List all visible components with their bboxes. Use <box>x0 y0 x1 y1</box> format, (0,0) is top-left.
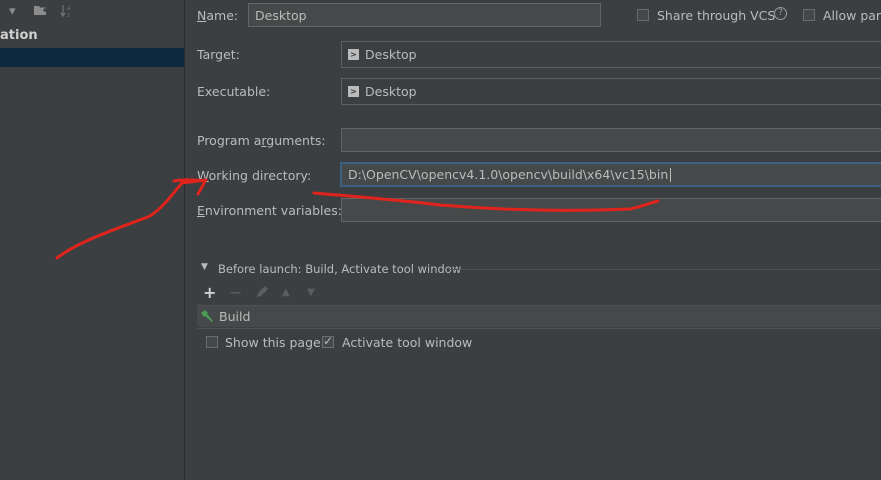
executable-label: Executable: <box>197 84 271 99</box>
chevron-down-icon[interactable]: ▾ <box>9 4 16 19</box>
executable-value: Desktop <box>365 84 417 99</box>
task-row[interactable]: Build <box>197 306 881 327</box>
allow-parallel-label[interactable]: Allow para <box>823 8 881 23</box>
section-divider <box>448 269 881 270</box>
share-vcs-checkbox[interactable] <box>637 9 649 21</box>
name-label: Name: <box>197 8 239 23</box>
task-build-label: Build <box>219 309 251 324</box>
env-vars-label: Environment variables: <box>197 203 342 218</box>
working-dir-field[interactable]: D:\OpenCV\opencv4.1.0\opencv\build\x64\v… <box>340 162 881 187</box>
allow-parallel-checkbox[interactable] <box>803 9 815 21</box>
name-label-rest: ame: <box>206 8 239 23</box>
svg-text:a: a <box>67 5 71 12</box>
new-folder-icon[interactable] <box>34 4 48 20</box>
help-icon[interactable]: ? <box>774 7 787 20</box>
sort-icon[interactable]: az <box>60 4 74 22</box>
run-config-tree-panel: ▾ az ation <box>0 0 185 480</box>
text-cursor <box>670 167 672 182</box>
show-page-label[interactable]: Show this page <box>225 335 321 350</box>
executable-icon: > <box>348 86 359 97</box>
tree-selected-item[interactable] <box>0 48 184 67</box>
name-value: Desktop <box>255 7 307 23</box>
executable-combo[interactable]: > Desktop <box>341 78 881 105</box>
remove-icon[interactable]: − <box>229 283 242 302</box>
tree-group-label[interactable]: ation <box>0 28 38 43</box>
before-launch-task-list: Build <box>197 305 881 329</box>
target-combo[interactable]: > Desktop <box>341 41 881 68</box>
edit-icon[interactable] <box>255 285 269 302</box>
svg-text:z: z <box>67 12 70 18</box>
activate-tool-window-checkbox[interactable] <box>322 334 334 348</box>
activate-tool-window-label[interactable]: Activate tool window <box>342 335 472 350</box>
working-dir-label: Working directory: <box>197 168 312 183</box>
share-vcs-label[interactable]: Share through VCS <box>657 8 775 23</box>
target-value: Desktop <box>365 47 417 62</box>
program-args-label: Program arguments: <box>197 133 326 148</box>
run-target-icon: > <box>348 49 359 60</box>
before-launch-header[interactable]: Before launch: Build, Activate tool wind… <box>218 262 461 276</box>
program-args-field[interactable] <box>341 128 881 152</box>
add-icon[interactable]: + <box>203 283 216 302</box>
collapse-triangle-icon[interactable]: ▼ <box>201 262 208 272</box>
move-up-icon[interactable]: ▲ <box>282 287 290 298</box>
name-field[interactable]: Desktop <box>248 3 601 27</box>
show-page-checkbox[interactable] <box>206 336 218 348</box>
env-vars-field[interactable] <box>341 198 881 222</box>
target-label: Target: <box>197 47 240 62</box>
hammer-icon <box>200 309 214 326</box>
working-dir-value: D:\OpenCV\opencv4.1.0\opencv\build\x64\v… <box>348 167 669 182</box>
move-down-icon[interactable]: ▼ <box>307 287 315 298</box>
